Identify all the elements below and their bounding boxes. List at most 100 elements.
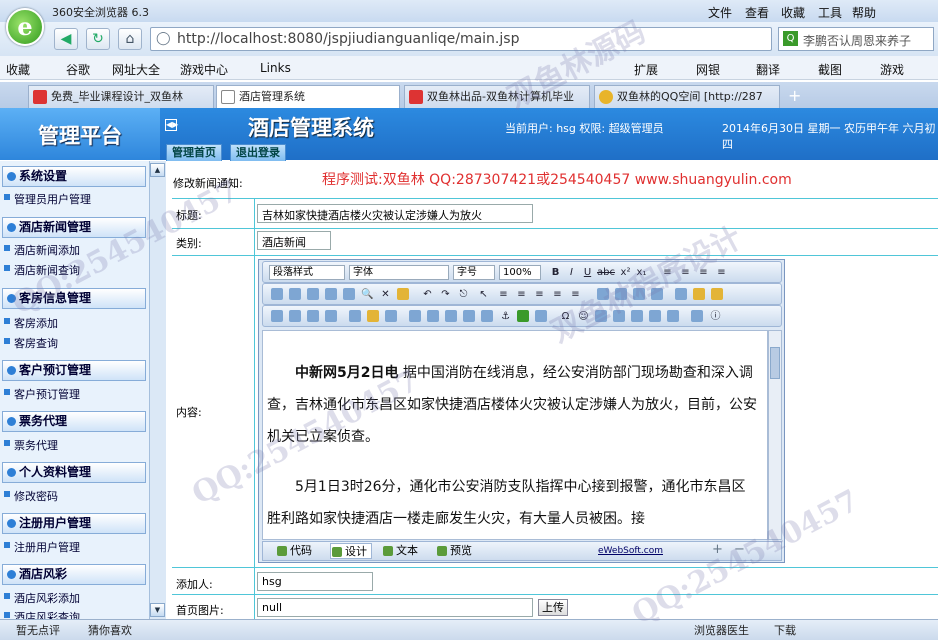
fav-collect[interactable]: 收藏: [6, 61, 30, 78]
pointer-icon[interactable]: ↖: [477, 288, 490, 301]
group-ticket-agency[interactable]: 票务代理: [2, 411, 146, 432]
align-left-icon[interactable]: ≡: [661, 266, 674, 279]
font-select[interactable]: 字体: [349, 265, 449, 280]
group-system-settings[interactable]: 系统设置: [2, 166, 146, 187]
mode-design-tab[interactable]: 设计: [330, 543, 372, 559]
sidebar-item-change-password[interactable]: 修改密码: [4, 488, 58, 504]
emoticon-icon[interactable]: ☺: [577, 310, 590, 323]
group-profile[interactable]: 个人资料管理: [2, 462, 146, 483]
fullscreen-icon[interactable]: [691, 310, 703, 322]
text-color-icon[interactable]: [597, 288, 609, 300]
sidebar-item-news-add[interactable]: 酒店新闻添加: [4, 242, 80, 258]
line-height-icon[interactable]: ≡: [569, 288, 582, 301]
status-recommend[interactable]: 猜你喜欢: [88, 622, 132, 638]
collapse-toggle-icon[interactable]: ◀▶: [165, 119, 178, 131]
tool-translate[interactable]: 翻译: [756, 61, 780, 78]
subscript-icon[interactable]: x₁: [635, 266, 648, 279]
tab-free-design[interactable]: 免费_毕业课程设计_双鱼林: [28, 85, 214, 108]
category-select[interactable]: 酒店新闻: [257, 231, 331, 250]
group-registered-users[interactable]: 注册用户管理: [2, 513, 146, 534]
download-button[interactable]: 下载: [774, 622, 796, 638]
format-brush-icon[interactable]: [633, 288, 645, 300]
menu-view[interactable]: 查看: [745, 4, 769, 21]
image-icon[interactable]: [271, 310, 283, 322]
new-tab-button[interactable]: +: [788, 86, 801, 105]
menu-favorites[interactable]: 收藏: [781, 4, 805, 21]
sidebar-item-registered-users[interactable]: 注册用户管理: [4, 539, 80, 555]
tab-hotel-system[interactable]: 酒店管理系统: [216, 85, 400, 109]
date-icon[interactable]: [613, 310, 625, 322]
shrink-icon[interactable]: −: [734, 542, 745, 557]
sidebar-item-news-query[interactable]: 酒店新闻查询: [4, 262, 80, 278]
special-char-icon[interactable]: Ω: [559, 310, 572, 323]
sidebar-item-gallery-add[interactable]: 酒店风彩添加: [4, 590, 80, 606]
flash-icon[interactable]: [289, 310, 301, 322]
sidebar-item-tickets[interactable]: 票务代理: [4, 437, 58, 453]
frame-icon[interactable]: [409, 310, 421, 322]
fav-google[interactable]: 谷歌: [66, 61, 90, 78]
clear-format-icon[interactable]: [397, 288, 409, 300]
size-select[interactable]: 字号: [453, 265, 495, 280]
delete-icon[interactable]: ✕: [379, 288, 392, 301]
cut-icon[interactable]: [271, 288, 283, 300]
group-hotel-news[interactable]: 酒店新闻管理: [2, 217, 146, 238]
paste-icon[interactable]: [307, 288, 319, 300]
hr-icon[interactable]: [445, 310, 457, 322]
align-justify-icon[interactable]: ≡: [715, 266, 728, 279]
superscript-icon[interactable]: x²: [619, 266, 632, 279]
select-all-icon[interactable]: ⎋: [457, 288, 470, 301]
tool-bank[interactable]: 网银: [696, 61, 720, 78]
align-center-icon[interactable]: ≡: [679, 266, 692, 279]
bold-icon[interactable]: B: [549, 266, 562, 279]
sidebar-item-gallery-query[interactable]: 酒店风彩查询: [4, 609, 80, 619]
strikethrough-icon[interactable]: abc: [597, 266, 615, 279]
adder-input[interactable]: hsg: [257, 572, 373, 591]
italic-icon[interactable]: I: [565, 266, 578, 279]
scroll-thumb[interactable]: [770, 347, 780, 379]
fav-nav[interactable]: 网址大全: [112, 61, 160, 78]
fav-links[interactable]: Links: [260, 61, 291, 75]
refresh-button[interactable]: ↻: [86, 28, 110, 50]
unordered-list-icon[interactable]: ≡: [515, 288, 528, 301]
image-input[interactable]: null: [257, 598, 533, 617]
underline-icon[interactable]: U: [581, 266, 594, 279]
info-icon[interactable]: ⓘ: [709, 310, 722, 323]
browser-logo-icon[interactable]: e: [6, 8, 44, 46]
attachment-icon[interactable]: [325, 310, 337, 322]
undo-icon[interactable]: ↶: [421, 288, 434, 301]
map-icon[interactable]: [517, 310, 529, 322]
layer-icon[interactable]: [427, 310, 439, 322]
excel-icon[interactable]: [595, 310, 607, 322]
save-icon[interactable]: [649, 310, 661, 322]
ordered-list-icon[interactable]: ≡: [497, 288, 510, 301]
copy-icon[interactable]: [289, 288, 301, 300]
group-room-info[interactable]: 客房信息管理: [2, 288, 146, 309]
unlink-icon[interactable]: [535, 310, 547, 322]
fav-games[interactable]: 游戏中心: [180, 61, 228, 78]
sidebar-scrollbar[interactable]: [149, 161, 166, 619]
nav-logout[interactable]: 退出登录: [230, 144, 286, 161]
menu-tools[interactable]: 工具: [818, 4, 842, 21]
mode-text-tab[interactable]: 文本: [382, 543, 418, 559]
sidebar-item-admin-users[interactable]: 管理员用户管理: [4, 191, 91, 207]
table-icon[interactable]: [675, 288, 687, 300]
tab-shuangyulin[interactable]: 双鱼林出品-双鱼林计算机毕业: [404, 85, 590, 108]
sidebar-item-bookings[interactable]: 客户预订管理: [4, 386, 80, 402]
tab-qq-space[interactable]: 双鱼林的QQ空间 [http://287: [594, 85, 780, 108]
anchor-icon[interactable]: ⚓: [499, 310, 512, 323]
time-icon[interactable]: [631, 310, 643, 322]
sidebar-item-room-query[interactable]: 客房查询: [4, 335, 58, 351]
box-icon[interactable]: [367, 310, 379, 322]
mode-preview-tab[interactable]: 预览: [436, 543, 472, 559]
redo-icon[interactable]: ↷: [439, 288, 452, 301]
sidebar-item-room-add[interactable]: 客房添加: [4, 315, 58, 331]
group-bookings[interactable]: 客户预订管理: [2, 360, 146, 381]
upload-button[interactable]: 上传: [538, 599, 568, 616]
status-no-review[interactable]: 暂无点评: [16, 622, 60, 638]
menu-help[interactable]: 帮助: [852, 4, 876, 21]
tool-extension[interactable]: 扩展: [634, 61, 658, 78]
title-input[interactable]: 吉林如家快捷酒店楼火灾被认定涉嫌人为放火: [257, 204, 533, 223]
find-icon[interactable]: 🔍: [361, 288, 374, 301]
grid-icon[interactable]: [385, 310, 397, 322]
url-bar[interactable]: ◯ http://localhost:8080/jspjiudianguanli…: [150, 27, 772, 51]
